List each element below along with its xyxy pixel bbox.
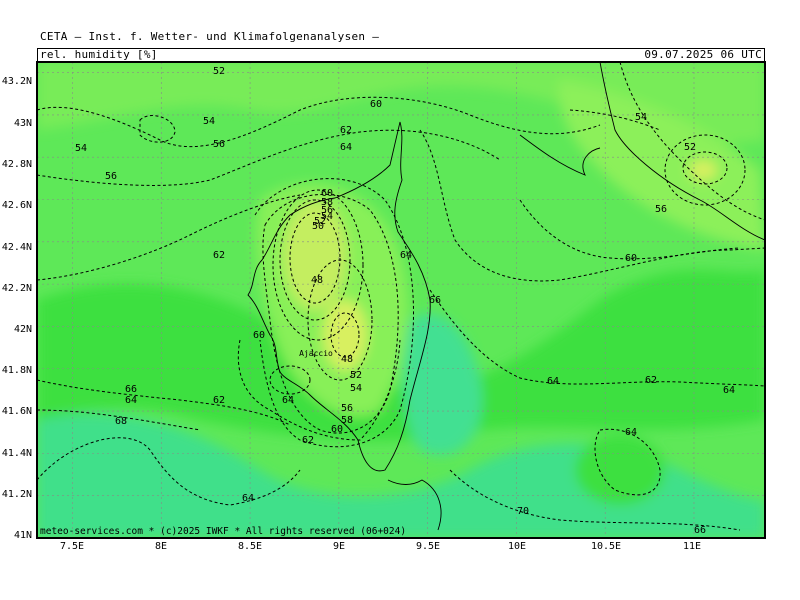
lon-tick-label: 9E [332, 541, 346, 552]
city-label: Ajaccio [299, 349, 333, 358]
contour-label: 56 [213, 139, 225, 150]
contour-label: 64 [282, 395, 294, 406]
contour-label: 52 [684, 142, 696, 153]
contour-label: 62 [213, 250, 225, 261]
contour-label: 50 [312, 221, 324, 232]
contour-label: 54 [203, 116, 215, 127]
lat-tick-label: 42.6N [1, 200, 32, 211]
lat-tick-label: 41N [13, 530, 32, 541]
copyright-credit: meteo-services.com * (c)2025 IWKF * All … [40, 526, 407, 537]
field-dry-core-northeast [689, 160, 717, 180]
contour-label: 64 [242, 493, 254, 504]
lat-tick-label: 41.2N [1, 489, 32, 500]
contour-label: 64 [340, 142, 352, 153]
lat-tick-label: 42.4N [1, 242, 32, 253]
contour-label: 64 [125, 395, 137, 406]
contour-label: 56 [105, 171, 117, 182]
lon-tick-label: 7.5E [59, 541, 85, 552]
lat-tick-label: 42.8N [1, 159, 32, 170]
contour-label: 60 [625, 253, 637, 264]
contour-label: 60 [331, 424, 343, 435]
contour-label: 56 [655, 204, 667, 215]
lat-tick-label: 42.2N [1, 283, 32, 294]
contour-label: 62 [213, 395, 225, 406]
lon-tick-label: 10E [507, 541, 527, 552]
contour-label: 64 [625, 427, 637, 438]
contour-label: 54 [75, 143, 87, 154]
lon-tick-label: 8.5E [237, 541, 263, 552]
contour-label: 66 [429, 295, 441, 306]
lat-tick-label: 43.2N [1, 76, 32, 87]
field-green-patch [575, 435, 665, 505]
contour-label: 52 [213, 66, 225, 77]
lat-tick-label: 41.8N [1, 365, 32, 376]
contour-label: 56 [341, 403, 353, 414]
contour-label: 48 [311, 275, 323, 286]
contour-label: 60 [370, 99, 382, 110]
contour-label: 62 [340, 125, 352, 136]
lat-tick-label: 43N [13, 118, 32, 129]
contour-label: 66 [694, 525, 706, 536]
contour-label: 66 [125, 384, 137, 395]
lat-tick-label: 42N [13, 324, 32, 335]
contour-label: 52 [350, 370, 362, 381]
contour-label: 60 [253, 330, 265, 341]
lat-tick-label: 41.6N [1, 406, 32, 417]
lon-tick-label: 8E [154, 541, 168, 552]
contour-label: 64 [400, 250, 412, 261]
humidity-map: 52 54 56 54 56 60 62 64 60 58 56 54 52 5… [36, 61, 766, 539]
contour-label: 54 [350, 383, 362, 394]
contour-label: 68 [115, 416, 127, 427]
contour-label: 64 [723, 385, 735, 396]
contour-label: 70 [517, 506, 529, 517]
lon-tick-label: 11E [682, 541, 702, 552]
contour-label: 64 [547, 376, 559, 387]
contour-label: 62 [645, 375, 657, 386]
lon-tick-label: 9.5E [415, 541, 441, 552]
lat-tick-label: 41.4N [1, 448, 32, 459]
contour-label: 48 [341, 354, 353, 365]
contour-label: 54 [635, 112, 647, 123]
lon-tick-label: 10.5E [590, 541, 622, 552]
contour-label: 62 [302, 435, 314, 446]
